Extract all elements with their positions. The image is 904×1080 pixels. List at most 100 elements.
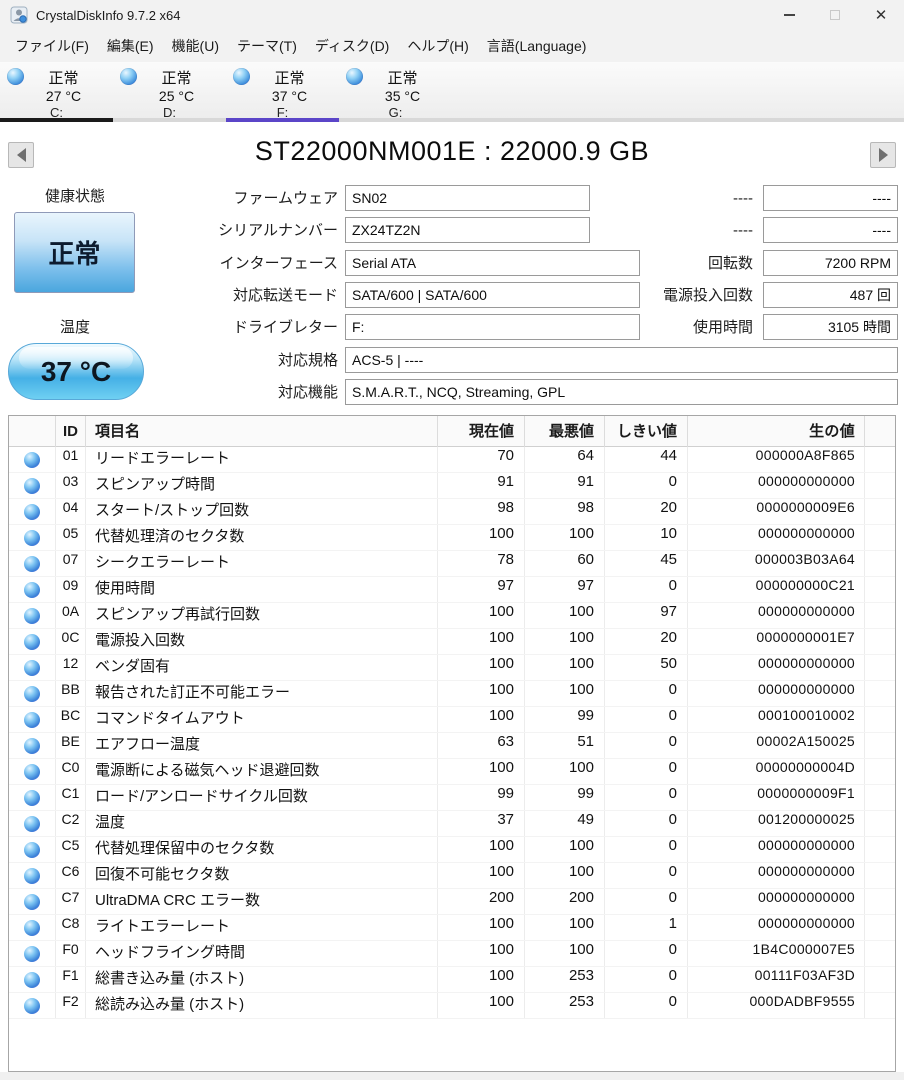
smart-attribute-row-04[interactable]: 04 スタート/ストップ回数 98 98 20 0000000009E6 [9,499,895,525]
attribute-status-cell [9,577,56,602]
next-disk-button[interactable] [870,142,896,168]
attribute-status-cell [9,629,56,654]
menu-item-4[interactable]: ディスク(D) [306,32,398,60]
good-status-orb-icon [24,789,40,806]
smart-attribute-row-F1[interactable]: F1 総書き込み量 (ホスト) 100 253 0 00111F03AF3D [9,967,895,993]
attribute-name: 電源投入回数 [86,629,438,654]
attribute-id: 0C [56,629,86,654]
attribute-current: 100 [438,863,525,888]
attribute-id: F2 [56,993,86,1018]
smart-attribute-row-05[interactable]: 05 代替処理済のセクタ数 100 100 10 000000000000 [9,525,895,551]
good-status-orb-icon [24,451,40,468]
disk-tab-c[interactable]: 正常 27 °C C: [0,62,113,120]
good-status-orb-icon [24,633,40,650]
attribute-raw-value: 000000000000 [688,837,865,862]
field-left-3-label: 対応転送モード [232,287,338,304]
attribute-current: 100 [438,993,525,1018]
attribute-worst: 98 [525,499,605,524]
attribute-worst: 100 [525,629,605,654]
menu-item-1[interactable]: 編集(E) [98,32,163,60]
attribute-threshold: 10 [605,525,688,550]
smart-attribute-row-01[interactable]: 01 リードエラーレート 70 64 44 000000A8F865 [9,447,895,473]
disk-tab-f[interactable]: 正常 37 °C F: [226,62,339,120]
attribute-raw-value: 000000000000 [688,863,865,888]
smart-attribute-row-C8[interactable]: C8 ライトエラーレート 100 100 1 000000000000 [9,915,895,941]
smart-attribute-row-0A[interactable]: 0A スピンアップ再試行回数 100 100 97 000000000000 [9,603,895,629]
smart-attribute-row-C5[interactable]: C5 代替処理保留中のセクタ数 100 100 0 000000000000 [9,837,895,863]
smart-attribute-row-C6[interactable]: C6 回復不可能セクタ数 100 100 0 000000000000 [9,863,895,889]
good-status-orb-icon [24,841,40,858]
attribute-id: 03 [56,473,86,498]
good-status-orb-icon [24,867,40,884]
attribute-raw-value: 00111F03AF3D [688,967,865,992]
minimize-button[interactable] [766,0,812,30]
prev-disk-button[interactable] [8,142,34,168]
attribute-name: 総読み込み量 (ホスト) [86,993,438,1018]
attribute-id: C2 [56,811,86,836]
attribute-worst: 253 [525,967,605,992]
attribute-id: F1 [56,967,86,992]
smart-attribute-row-BC[interactable]: BC コマンドタイムアウト 100 99 0 000100010002 [9,707,895,733]
smart-attribute-row-03[interactable]: 03 スピンアップ時間 91 91 0 000000000000 [9,473,895,499]
attribute-status-cell [9,811,56,836]
good-status-orb-icon [24,529,40,546]
main-panel: ST22000NM001E : 22000.9 GB 健康状態 正常 温度 37… [0,122,904,1080]
attribute-threshold: 0 [605,941,688,966]
menu-item-3[interactable]: テーマ(T) [228,32,306,60]
right-arrow-icon [878,148,888,162]
attribute-worst: 100 [525,603,605,628]
smart-attribute-row-0C[interactable]: 0C 電源投入回数 100 100 20 0000000001E7 [9,629,895,655]
menu-item-2[interactable]: 機能(U) [163,32,228,60]
attribute-name: 報告された訂正不可能エラー [86,681,438,706]
field-left-2-label: インターフェース [219,255,338,272]
attribute-worst: 100 [525,837,605,862]
smart-attribute-row-C2[interactable]: C2 温度 37 49 0 001200000025 [9,811,895,837]
good-status-orb-icon [24,503,40,520]
attribute-id: F0 [56,941,86,966]
maximize-button[interactable] [812,0,858,30]
attribute-status-cell [9,889,56,914]
smart-attribute-row-C0[interactable]: C0 電源断による磁気ヘッド退避回数 100 100 0 00000000004D [9,759,895,785]
disk-letter: G: [388,105,403,120]
attribute-current: 91 [438,473,525,498]
attribute-threshold: 0 [605,473,688,498]
attribute-raw-value: 1B4C000007E5 [688,941,865,966]
close-button[interactable]: ✕ [858,0,904,30]
smart-attribute-row-F2[interactable]: F2 総読み込み量 (ホスト) 100 253 0 000DADBF9555 [9,993,895,1019]
attribute-name: スタート/ストップ回数 [86,499,438,524]
smart-attribute-row-BB[interactable]: BB 報告された訂正不可能エラー 100 100 0 000000000000 [9,681,895,707]
column-header-1: 項目名 [86,416,438,447]
attribute-current: 100 [438,525,525,550]
menu-item-5[interactable]: ヘルプ(H) [398,32,477,60]
smart-attribute-row-09[interactable]: 09 使用時間 97 97 0 000000000C21 [9,577,895,603]
menu-item-6[interactable]: 言語(Language) [478,32,596,60]
attribute-worst: 100 [525,759,605,784]
smart-attribute-row-C1[interactable]: C1 ロード/アンロードサイクル回数 99 99 0 0000000009F1 [9,785,895,811]
attribute-raw-value: 000000000000 [688,525,865,550]
attribute-current: 78 [438,551,525,576]
disk-letter: F: [276,105,289,120]
smart-attribute-row-F0[interactable]: F0 ヘッドフライング時間 100 100 0 1B4C000007E5 [9,941,895,967]
attribute-worst: 49 [525,811,605,836]
attribute-status-cell [9,551,56,576]
attribute-threshold: 1 [605,915,688,940]
menu-item-0[interactable]: ファイル(F) [6,32,98,60]
disk-tab-g[interactable]: 正常 35 °C G: [339,62,452,120]
attribute-current: 37 [438,811,525,836]
attribute-raw-value: 000000000000 [688,473,865,498]
smart-attribute-row-12[interactable]: 12 ベンダ固有 100 100 50 000000000000 [9,655,895,681]
smart-attribute-row-BE[interactable]: BE エアフロー温度 63 51 0 00002A150025 [9,733,895,759]
attribute-worst: 99 [525,785,605,810]
smart-table-header: ID 項目名 現在値 最悪値 しきい値 生の値 [9,416,895,447]
smart-attribute-row-07[interactable]: 07 シークエラーレート 78 60 45 000003B03A64 [9,551,895,577]
attribute-status-cell [9,603,56,628]
good-status-orb-icon [24,919,40,936]
attribute-name: エアフロー温度 [86,733,438,758]
attribute-status-cell [9,863,56,888]
smart-attribute-row-C7[interactable]: C7 UltraDMA CRC エラー数 200 200 0 000000000000 [9,889,895,915]
attribute-threshold: 0 [605,681,688,706]
attribute-current: 100 [438,681,525,706]
attribute-raw-value: 0000000009E6 [688,499,865,524]
attribute-worst: 200 [525,889,605,914]
disk-tab-d[interactable]: 正常 25 °C D: [113,62,226,120]
